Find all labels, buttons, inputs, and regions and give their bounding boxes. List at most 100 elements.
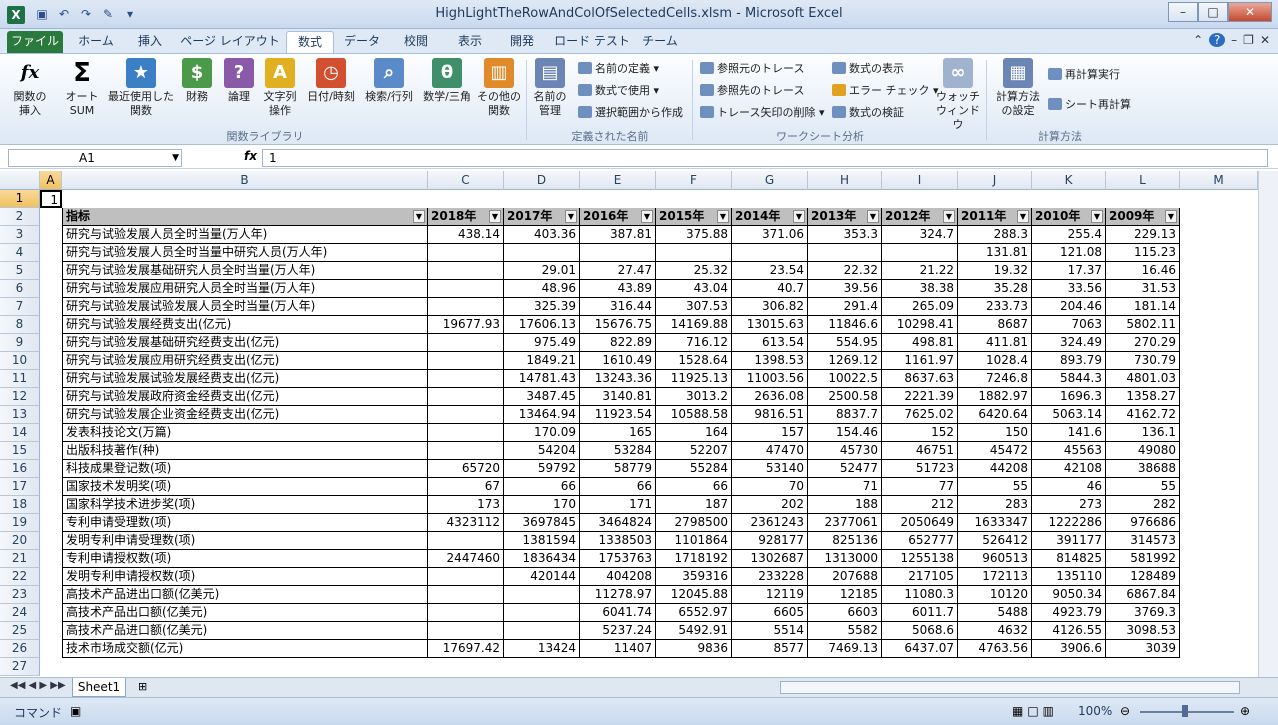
data-cell[interactable]: 29.01 [504, 262, 580, 280]
data-cell[interactable]: 893.79 [1032, 352, 1106, 370]
row-label-cell[interactable]: 研究与试验发展企业资金经费支出(亿元) [62, 406, 428, 424]
data-cell[interactable]: 8637.63 [882, 370, 958, 388]
dropdown-arrow-icon[interactable]: ▼ [172, 150, 179, 166]
data-cell[interactable]: 17606.13 [504, 316, 580, 334]
data-cell[interactable]: 3769.3 [1106, 604, 1180, 622]
tab-developer[interactable]: 開発 [498, 31, 546, 53]
data-cell[interactable]: 187 [656, 496, 732, 514]
data-cell[interactable]: 1358.27 [1106, 388, 1180, 406]
use-in-formula-button[interactable]: 数式で使用 ▾ [578, 82, 659, 100]
data-cell[interactable]: 44208 [958, 460, 1032, 478]
data-cell[interactable]: 7246.8 [958, 370, 1032, 388]
sheet-nav-arrows-icon[interactable]: ◀◀ ◀ ▶ ▶▶ [10, 680, 66, 691]
data-cell[interactable]: 12045.88 [656, 586, 732, 604]
data-cell[interactable]: 53284 [580, 442, 656, 460]
data-cell[interactable]: 11278.97 [580, 586, 656, 604]
table-header-cell[interactable]: 2017年 ▼ [504, 208, 580, 226]
data-cell[interactable]: 1882.97 [958, 388, 1032, 406]
data-cell[interactable]: 4923.79 [1032, 604, 1106, 622]
data-cell[interactable]: 291.4 [808, 298, 882, 316]
data-cell[interactable]: 43.89 [580, 280, 656, 298]
data-cell[interactable]: 14781.43 [504, 370, 580, 388]
row-label-cell[interactable]: 高技术产品出口额(亿美元) [62, 604, 428, 622]
data-cell[interactable]: 438.14 [428, 226, 504, 244]
data-cell[interactable]: 19677.93 [428, 316, 504, 334]
data-cell[interactable]: 1338503 [580, 532, 656, 550]
data-cell[interactable]: 3697845 [504, 514, 580, 532]
data-cell[interactable]: 8687 [958, 316, 1032, 334]
data-cell[interactable]: 27.47 [580, 262, 656, 280]
data-cell[interactable]: 15676.75 [580, 316, 656, 334]
data-cell[interactable]: 3464824 [580, 514, 656, 532]
tab-data[interactable]: データ [338, 31, 386, 53]
data-cell[interactable]: 2798500 [656, 514, 732, 532]
table-header-cell[interactable]: 2012年 ▼ [882, 208, 958, 226]
data-cell[interactable]: 141.6 [1032, 424, 1106, 442]
data-cell[interactable]: 1836434 [504, 550, 580, 568]
error-check-button[interactable]: エラー チェック ▾ [832, 82, 939, 100]
trace-dependents-button[interactable]: 参照先のトレース [700, 82, 804, 100]
data-cell[interactable]: 825136 [808, 532, 882, 550]
column-header-b[interactable]: B [62, 171, 428, 190]
data-cell[interactable] [428, 586, 504, 604]
view-mode-icons[interactable]: ▦□▥ [1012, 704, 1058, 718]
data-cell[interactable]: 7063 [1032, 316, 1106, 334]
more-functions-button[interactable]: ▥ その他の 関数 [476, 58, 522, 118]
data-cell[interactable]: 165 [580, 424, 656, 442]
row-label-cell[interactable]: 技术市场成交额(亿元) [62, 640, 428, 658]
data-cell[interactable] [428, 388, 504, 406]
data-cell[interactable]: 202 [732, 496, 808, 514]
tab-formulas[interactable]: 数式 [286, 31, 334, 53]
data-cell[interactable]: 6041.74 [580, 604, 656, 622]
data-cell[interactable]: 5492.91 [656, 622, 732, 640]
column-header-c[interactable]: C [428, 171, 504, 190]
data-cell[interactable] [428, 352, 504, 370]
data-cell[interactable]: 4763.56 [958, 640, 1032, 658]
data-cell[interactable]: 46 [1032, 478, 1106, 496]
zoom-slider-thumb[interactable] [1182, 705, 1188, 717]
filter-dropdown-icon[interactable]: ▼ [1017, 210, 1029, 223]
horizontal-scrollbar[interactable] [780, 681, 1240, 694]
watch-window-button[interactable]: ∞ ウォッチ ウィンドウ [934, 58, 982, 132]
row-header-24[interactable]: 24 [0, 604, 40, 622]
data-cell[interactable]: 17.37 [1032, 262, 1106, 280]
row-label-cell[interactable]: 研究与试验发展试验发展经费支出(亿元) [62, 370, 428, 388]
data-cell[interactable]: 730.79 [1106, 352, 1180, 370]
data-cell[interactable]: 3487.45 [504, 388, 580, 406]
calc-now-button[interactable]: 再計算実行 [1048, 66, 1120, 84]
sheet-tab-sheet1[interactable]: Sheet1 [72, 678, 126, 697]
close-button[interactable]: ✕ [1228, 2, 1272, 22]
evaluate-formula-button[interactable]: 数式の検証 [832, 104, 904, 122]
data-cell[interactable]: 217105 [882, 568, 958, 586]
data-cell[interactable]: 2050649 [882, 514, 958, 532]
data-cell[interactable]: 11003.56 [732, 370, 808, 388]
data-cell[interactable]: 554.95 [808, 334, 882, 352]
row-label-cell[interactable]: 发表科技论文(万篇) [62, 424, 428, 442]
data-cell[interactable]: 22.32 [808, 262, 882, 280]
filter-dropdown-icon[interactable]: ▼ [641, 210, 653, 223]
row-label-cell[interactable]: 研究与试验发展政府资金经费支出(亿元) [62, 388, 428, 406]
data-cell[interactable]: 613.54 [732, 334, 808, 352]
tab-view[interactable]: 表示 [446, 31, 494, 53]
table-header-cell[interactable]: 2015年 ▼ [656, 208, 732, 226]
data-cell[interactable] [428, 406, 504, 424]
data-cell[interactable]: 51723 [882, 460, 958, 478]
autosum-button[interactable]: Σ オート SUM [58, 58, 106, 118]
data-cell[interactable]: 25.32 [656, 262, 732, 280]
data-cell[interactable]: 6437.07 [882, 640, 958, 658]
data-cell[interactable]: 526412 [958, 532, 1032, 550]
data-cell[interactable]: 66 [504, 478, 580, 496]
data-cell[interactable]: 11923.54 [580, 406, 656, 424]
data-cell[interactable]: 55284 [656, 460, 732, 478]
data-cell[interactable]: 316.44 [580, 298, 656, 316]
data-cell[interactable]: 31.53 [1106, 280, 1180, 298]
doc-minimize-icon[interactable]: – [1231, 33, 1237, 47]
data-cell[interactable]: 43.04 [656, 280, 732, 298]
data-cell[interactable]: 5514 [732, 622, 808, 640]
column-header-j[interactable]: J [958, 171, 1032, 190]
column-header-a[interactable]: A [40, 171, 62, 190]
data-cell[interactable]: 11846.6 [808, 316, 882, 334]
row-header-6[interactable]: 6 [0, 280, 40, 298]
doc-close-icon[interactable]: ✕ [1260, 33, 1270, 47]
data-cell[interactable]: 17697.42 [428, 640, 504, 658]
